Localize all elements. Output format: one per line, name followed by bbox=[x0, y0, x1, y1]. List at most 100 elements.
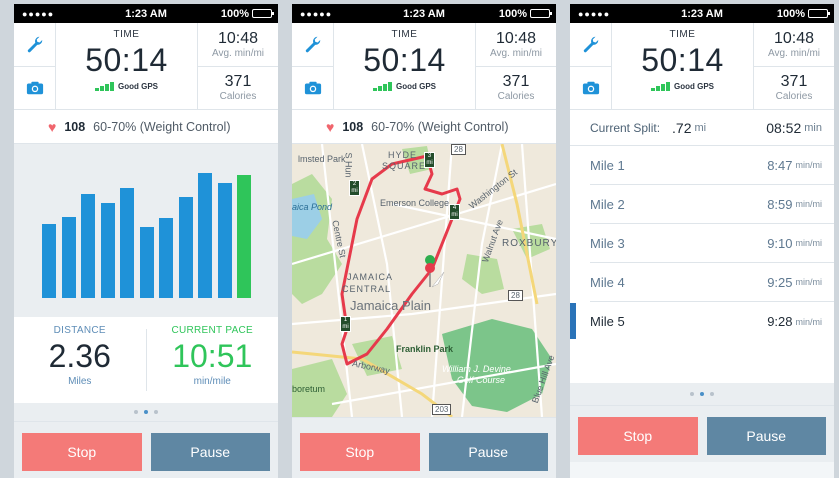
stop-button[interactable]: Stop bbox=[22, 433, 142, 471]
header-stats: 10:48 Avg. min/mi 371 Calories bbox=[754, 23, 834, 109]
map-label-square: SQUARE bbox=[382, 161, 427, 171]
mile-marker-2[interactable]: 2 mi bbox=[349, 180, 360, 196]
pace-bar bbox=[217, 183, 232, 298]
map-label-road-28: 28 bbox=[451, 144, 466, 155]
map-label-plain: Jamaica Plain bbox=[350, 298, 431, 313]
mile-time: 9:25 bbox=[767, 274, 793, 290]
mile-unit: min/mi bbox=[795, 199, 823, 209]
calories-label: Calories bbox=[497, 91, 535, 103]
current-split-label: Current Split: bbox=[590, 120, 661, 135]
current-pace-label: CURRENT PACE bbox=[171, 325, 254, 336]
map-label-emerson: Emerson College bbox=[380, 198, 450, 208]
active-mile-indicator bbox=[570, 303, 576, 339]
settings-button[interactable] bbox=[570, 23, 611, 66]
stats-header: TIME 50:14 Good GPS 10:48 Avg. min/mi 37… bbox=[292, 23, 556, 110]
header-tools bbox=[292, 23, 334, 109]
battery-percent: 100% bbox=[498, 7, 527, 20]
avg-pace-label: Avg. min/mi bbox=[211, 47, 265, 59]
time-label: TIME bbox=[391, 29, 418, 40]
gps-status: Good GPS bbox=[651, 82, 714, 91]
current-split-row: Current Split: .72 mi 08:52 min bbox=[570, 110, 834, 146]
map-label-golf-2: Golf Course bbox=[457, 375, 506, 385]
pace-bar bbox=[139, 227, 154, 298]
calories-label: Calories bbox=[219, 91, 257, 103]
mile-name: Mile 5 bbox=[590, 314, 625, 329]
heart-rate-value: 108 bbox=[342, 119, 364, 134]
mile-marker-4[interactable]: 4 mi bbox=[449, 204, 460, 220]
elapsed-time: 50:14 bbox=[363, 42, 446, 78]
page-indicator[interactable] bbox=[14, 403, 278, 421]
settings-button[interactable] bbox=[14, 23, 55, 66]
distance-label: DISTANCE bbox=[53, 325, 106, 336]
pace-bar bbox=[81, 194, 95, 298]
elapsed-time: 50:14 bbox=[85, 42, 168, 78]
camera-button[interactable] bbox=[570, 65, 611, 110]
avg-pace-value: 10:48 bbox=[217, 29, 259, 47]
current-split-time-unit: min bbox=[804, 121, 822, 134]
list-item[interactable]: Mile 4 9:25 min/mi bbox=[590, 263, 834, 302]
list-item[interactable]: Mile 3 9:10 min/mi bbox=[590, 224, 834, 263]
map-label-golf-1: William J. Devine bbox=[442, 364, 511, 374]
page-dot bbox=[710, 392, 714, 396]
mile-time: 9:10 bbox=[767, 235, 793, 251]
pace-bar bbox=[159, 218, 173, 298]
distance-unit: Miles bbox=[68, 376, 92, 387]
avg-pace-cell: 10:48 Avg. min/mi bbox=[754, 23, 834, 66]
map-label-franklin: Franklin Park bbox=[396, 344, 454, 354]
settings-button[interactable] bbox=[292, 23, 333, 66]
battery-icon bbox=[808, 9, 830, 18]
header-stats: 10:48 Avg. min/mi 371 Calories bbox=[476, 23, 556, 109]
pace-bar bbox=[120, 188, 134, 298]
calories-value: 371 bbox=[780, 73, 808, 91]
wrench-icon bbox=[305, 37, 320, 53]
wrench-icon bbox=[27, 37, 42, 53]
pace-bar bbox=[100, 203, 115, 298]
gps-signal-icon bbox=[651, 82, 670, 91]
camera-button[interactable] bbox=[14, 65, 55, 110]
status-bar: ●●●●● 1:23 AM 100% bbox=[14, 4, 278, 23]
pace-bar bbox=[178, 197, 193, 298]
mile-splits-list[interactable]: Mile 1 8:47 min/mi Mile 2 8:59 min/mi Mi… bbox=[570, 146, 834, 383]
current-split-distance: .72 bbox=[672, 119, 692, 136]
stop-button[interactable]: Stop bbox=[300, 433, 420, 471]
calories-label: Calories bbox=[775, 91, 813, 103]
pace-bar bbox=[42, 224, 56, 298]
current-split-distance-unit: mi bbox=[694, 121, 707, 134]
map-label-imsted: lmsted Park bbox=[298, 154, 346, 164]
pause-button[interactable]: Pause bbox=[428, 433, 548, 471]
gps-label: Good GPS bbox=[396, 82, 436, 91]
battery-status: 100% bbox=[220, 7, 274, 20]
screen-stats: ●●●●● 1:23 AM 100% TIME 50:14 Good GPS 1… bbox=[14, 4, 278, 478]
stop-button[interactable]: Stop bbox=[578, 417, 698, 455]
header-tools bbox=[14, 23, 56, 109]
map-label-roxbury: ROXBURY bbox=[502, 238, 556, 249]
list-item-active[interactable]: Mile 5 9:28 min/mi bbox=[590, 302, 834, 341]
battery-percent: 100% bbox=[220, 7, 249, 20]
mile-marker-3[interactable]: 3 mi bbox=[424, 152, 435, 168]
pause-button[interactable]: Pause bbox=[150, 433, 270, 471]
status-bar: ●●●●● 1:23 AM 100% bbox=[292, 4, 556, 23]
list-item[interactable]: Mile 1 8:47 min/mi bbox=[590, 146, 834, 185]
map-label-pond: aica Pond bbox=[292, 202, 333, 212]
page-indicator[interactable] bbox=[570, 383, 834, 405]
map-label-hyde: HYDE bbox=[388, 150, 418, 160]
route-map[interactable]: lmsted Park HYDE SQUARE 28 S Hun Emerson… bbox=[292, 144, 556, 417]
gps-label: Good GPS bbox=[118, 82, 158, 91]
elapsed-time: 50:14 bbox=[641, 42, 724, 78]
heart-rate-row: ♥ 108 60-70% (Weight Control) bbox=[292, 110, 556, 144]
mile-marker-1[interactable]: 1 mi bbox=[340, 316, 351, 332]
list-item[interactable]: Mile 2 8:59 min/mi bbox=[590, 185, 834, 224]
gps-signal-icon bbox=[95, 82, 114, 91]
screen-map: ●●●●● 1:23 AM 100% TIME 50:14 Good GPS 1… bbox=[292, 4, 556, 478]
pause-button[interactable]: Pause bbox=[706, 417, 826, 455]
avg-pace-cell: 10:48 Avg. min/mi bbox=[476, 23, 556, 66]
calories-cell: 371 Calories bbox=[754, 65, 834, 110]
current-pace-value: 10:51 bbox=[172, 338, 253, 374]
wrench-icon bbox=[583, 37, 598, 53]
battery-status: 100% bbox=[498, 7, 552, 20]
camera-icon bbox=[582, 81, 599, 95]
header-stats: 10:48 Avg. min/mi 371 Calories bbox=[198, 23, 278, 109]
current-pace-unit: min/mile bbox=[193, 376, 231, 387]
camera-button[interactable] bbox=[292, 65, 333, 110]
mile-unit: min/mi bbox=[795, 316, 823, 327]
